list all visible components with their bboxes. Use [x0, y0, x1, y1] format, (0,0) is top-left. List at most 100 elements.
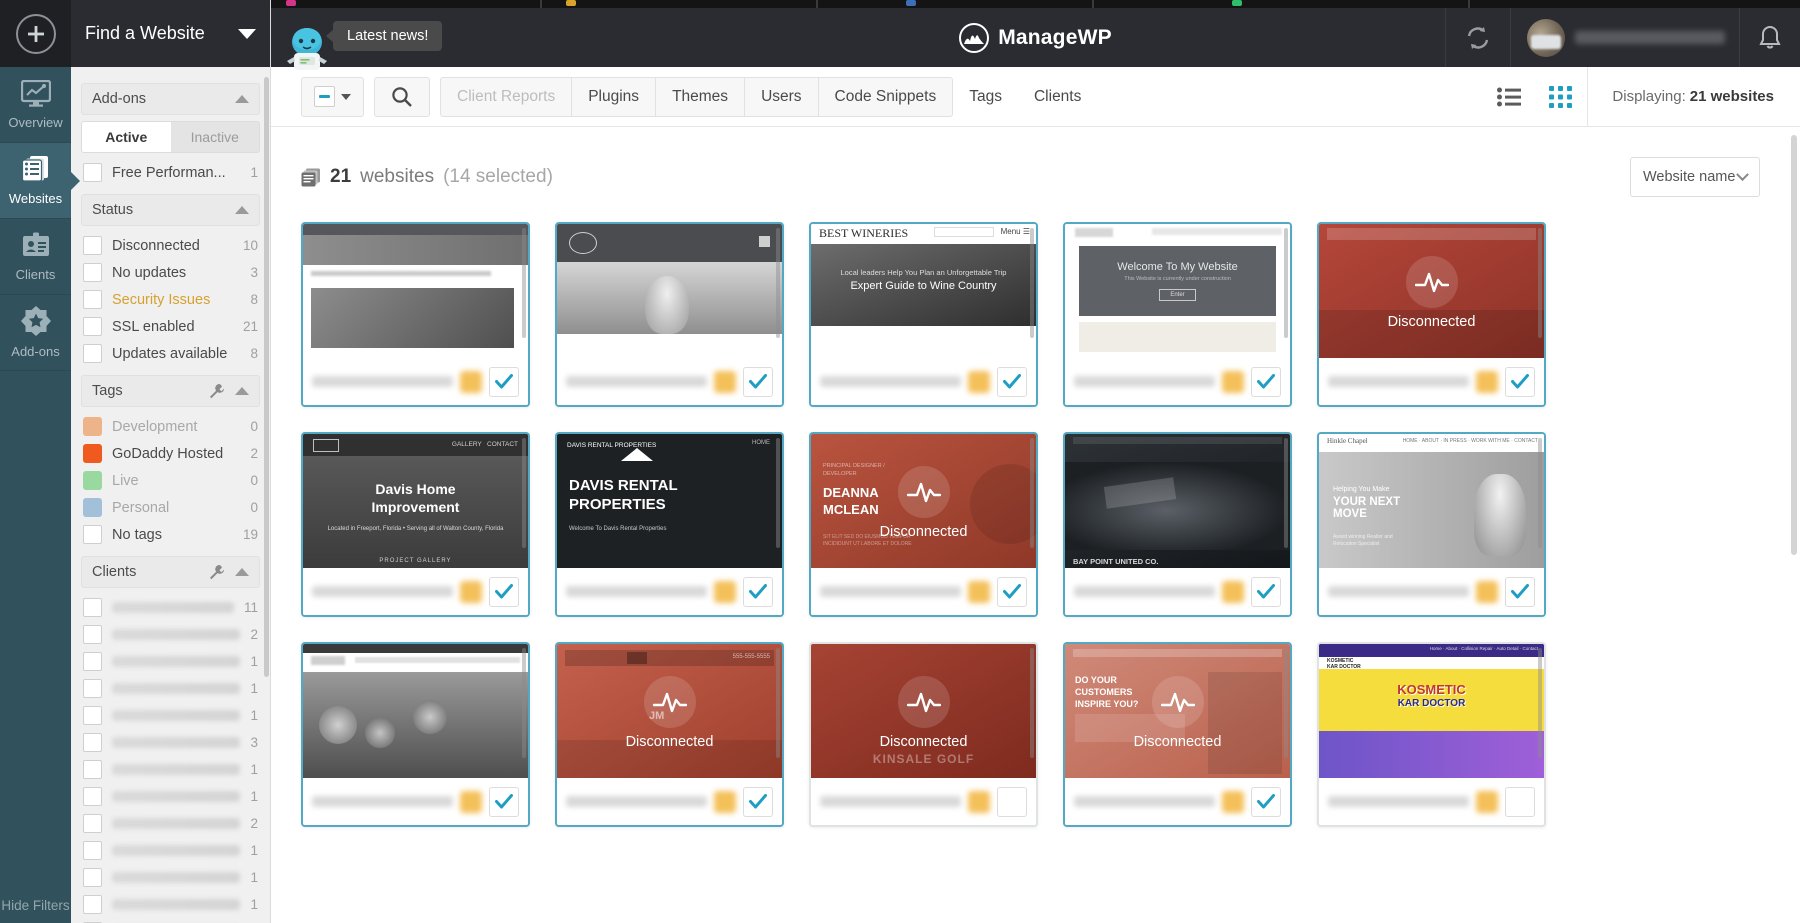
- website-select-checkbox[interactable]: [1251, 787, 1281, 817]
- filter-row[interactable]: Security Issues8: [71, 286, 270, 313]
- filter-checkbox[interactable]: [83, 895, 102, 914]
- website-thumbnail[interactable]: [557, 224, 782, 362]
- filter-row[interactable]: No tags19: [71, 521, 270, 548]
- tag-color-swatch[interactable]: [83, 417, 102, 436]
- website-card[interactable]: KINSALE GOLF Disconnected: [809, 642, 1038, 827]
- user-account-menu[interactable]: [1510, 8, 1739, 67]
- filter-row[interactable]: 1: [71, 864, 270, 891]
- filter-checkbox[interactable]: [83, 290, 102, 309]
- website-card[interactable]: 555-555-5555 JM Disconnected: [555, 642, 784, 827]
- website-select-checkbox[interactable]: [1505, 787, 1535, 817]
- website-select-checkbox[interactable]: [743, 577, 773, 607]
- filter-checkbox[interactable]: [83, 679, 102, 698]
- website-select-checkbox[interactable]: [743, 367, 773, 397]
- filter-row[interactable]: 1: [71, 756, 270, 783]
- chevron-up-icon[interactable]: [235, 206, 249, 214]
- filter-checkbox[interactable]: [83, 598, 102, 617]
- website-thumbnail[interactable]: BEST WINERIES Menu ☰ Local leaders Help …: [811, 224, 1036, 362]
- website-card[interactable]: [301, 642, 530, 827]
- find-website-dropdown[interactable]: Find a Website: [71, 0, 270, 67]
- website-card[interactable]: Disconnected: [1317, 222, 1546, 407]
- website-thumbnail[interactable]: Home · About · Collision Repair · Auto D…: [1319, 644, 1544, 782]
- filter-row[interactable]: 11: [71, 594, 270, 621]
- tag-color-swatch[interactable]: [83, 444, 102, 463]
- filter-checkbox[interactable]: [83, 525, 102, 544]
- notifications-button[interactable]: [1739, 8, 1800, 67]
- filter-checkbox[interactable]: [83, 163, 102, 182]
- website-thumbnail[interactable]: Hinkle Chapel HOME · ABOUT · IN PRESS · …: [1319, 434, 1544, 572]
- tab-plugins[interactable]: Plugins: [572, 77, 656, 117]
- filter-checkbox[interactable]: [83, 625, 102, 644]
- filter-scrollbar[interactable]: [264, 77, 269, 677]
- tab-clients[interactable]: Clients: [1018, 77, 1097, 117]
- sidebar-item-clients[interactable]: Clients: [0, 219, 71, 295]
- hide-filters-button[interactable]: Hide Filters: [0, 897, 71, 915]
- website-select-checkbox[interactable]: [1251, 367, 1281, 397]
- filter-row[interactable]: Development0: [71, 413, 270, 440]
- bulk-select-checkbox[interactable]: [314, 86, 335, 107]
- filter-checkbox[interactable]: [83, 733, 102, 752]
- add-website-button[interactable]: [16, 14, 56, 54]
- grid-view-toggle[interactable]: [1535, 86, 1587, 108]
- filter-checkbox[interactable]: [83, 868, 102, 887]
- mascot-news-widget[interactable]: Latest news!: [281, 23, 333, 73]
- chevron-up-icon[interactable]: [235, 568, 249, 576]
- sync-button[interactable]: [1445, 8, 1510, 67]
- website-card[interactable]: Hinkle Chapel HOME · ABOUT · IN PRESS · …: [1317, 432, 1546, 617]
- website-select-checkbox[interactable]: [1251, 577, 1281, 607]
- bulk-select-dropdown[interactable]: [301, 77, 364, 117]
- tab-themes[interactable]: Themes: [656, 77, 745, 117]
- website-card[interactable]: GALLERY CONTACT Davis HomeImprovement Lo…: [301, 432, 530, 617]
- tab-code-snippets[interactable]: Code Snippets: [819, 77, 954, 117]
- website-select-checkbox[interactable]: [743, 787, 773, 817]
- filter-row[interactable]: 1: [71, 675, 270, 702]
- website-select-checkbox[interactable]: [997, 787, 1027, 817]
- sidebar-item-overview[interactable]: Overview: [0, 67, 71, 143]
- website-card[interactable]: Home · About · Collision Repair · Auto D…: [1317, 642, 1546, 827]
- website-card[interactable]: [301, 222, 530, 407]
- website-select-checkbox[interactable]: [997, 367, 1027, 397]
- main-scrollbar[interactable]: [1791, 135, 1797, 555]
- filter-row[interactable]: 1: [71, 891, 270, 918]
- website-thumbnail[interactable]: [303, 224, 528, 362]
- website-thumbnail[interactable]: PRINCIPAL DESIGNER /DEVELOPER DEANNAMCLE…: [811, 434, 1036, 572]
- filter-row[interactable]: Personal0: [71, 494, 270, 521]
- website-thumbnail[interactable]: DAVIS RENTAL PROPERTIES HOME DAVIS RENTA…: [557, 434, 782, 572]
- segment-option-active[interactable]: Active: [82, 122, 171, 152]
- filter-row[interactable]: 2: [71, 810, 270, 837]
- website-thumbnail[interactable]: GALLERY CONTACT Davis HomeImprovement Lo…: [303, 434, 528, 572]
- filter-checkbox[interactable]: [83, 652, 102, 671]
- website-card[interactable]: BEST WINERIES Menu ☰ Local leaders Help …: [809, 222, 1038, 407]
- filter-row[interactable]: Updates available8: [71, 340, 270, 367]
- website-select-checkbox[interactable]: [489, 577, 519, 607]
- filter-row[interactable]: 1: [71, 648, 270, 675]
- website-select-checkbox[interactable]: [997, 577, 1027, 607]
- filter-row[interactable]: Disconnected10: [71, 232, 270, 259]
- wrench-icon[interactable]: [209, 564, 225, 580]
- filter-checkbox[interactable]: [83, 344, 102, 363]
- filter-row[interactable]: 1: [71, 783, 270, 810]
- website-select-checkbox[interactable]: [1505, 367, 1535, 397]
- filter-checkbox[interactable]: [83, 317, 102, 336]
- website-card[interactable]: [555, 222, 784, 407]
- website-select-checkbox[interactable]: [489, 367, 519, 397]
- list-view-toggle[interactable]: [1483, 87, 1535, 107]
- website-thumbnail[interactable]: BAY POINT UNITED CO.: [1065, 434, 1290, 572]
- website-card[interactable]: BAY POINT UNITED CO.: [1063, 432, 1292, 617]
- wrench-icon[interactable]: [209, 383, 225, 399]
- sort-dropdown[interactable]: Website name: [1630, 157, 1760, 197]
- filter-checkbox[interactable]: [83, 841, 102, 860]
- website-thumbnail[interactable]: KINSALE GOLF Disconnected: [811, 644, 1036, 782]
- filter-checkbox[interactable]: [83, 814, 102, 833]
- filter-row[interactable]: 3: [71, 918, 270, 923]
- filter-row[interactable]: Free Performan...1: [71, 159, 270, 186]
- filter-checkbox[interactable]: [83, 263, 102, 282]
- filter-row[interactable]: 1: [71, 702, 270, 729]
- filter-row[interactable]: 1: [71, 837, 270, 864]
- website-select-checkbox[interactable]: [1505, 577, 1535, 607]
- filter-row[interactable]: No updates3: [71, 259, 270, 286]
- chevron-up-icon[interactable]: [235, 95, 249, 103]
- sidebar-item-websites[interactable]: Websites: [0, 143, 71, 219]
- filter-row[interactable]: GoDaddy Hosted2: [71, 440, 270, 467]
- tab-tags[interactable]: Tags: [953, 77, 1018, 117]
